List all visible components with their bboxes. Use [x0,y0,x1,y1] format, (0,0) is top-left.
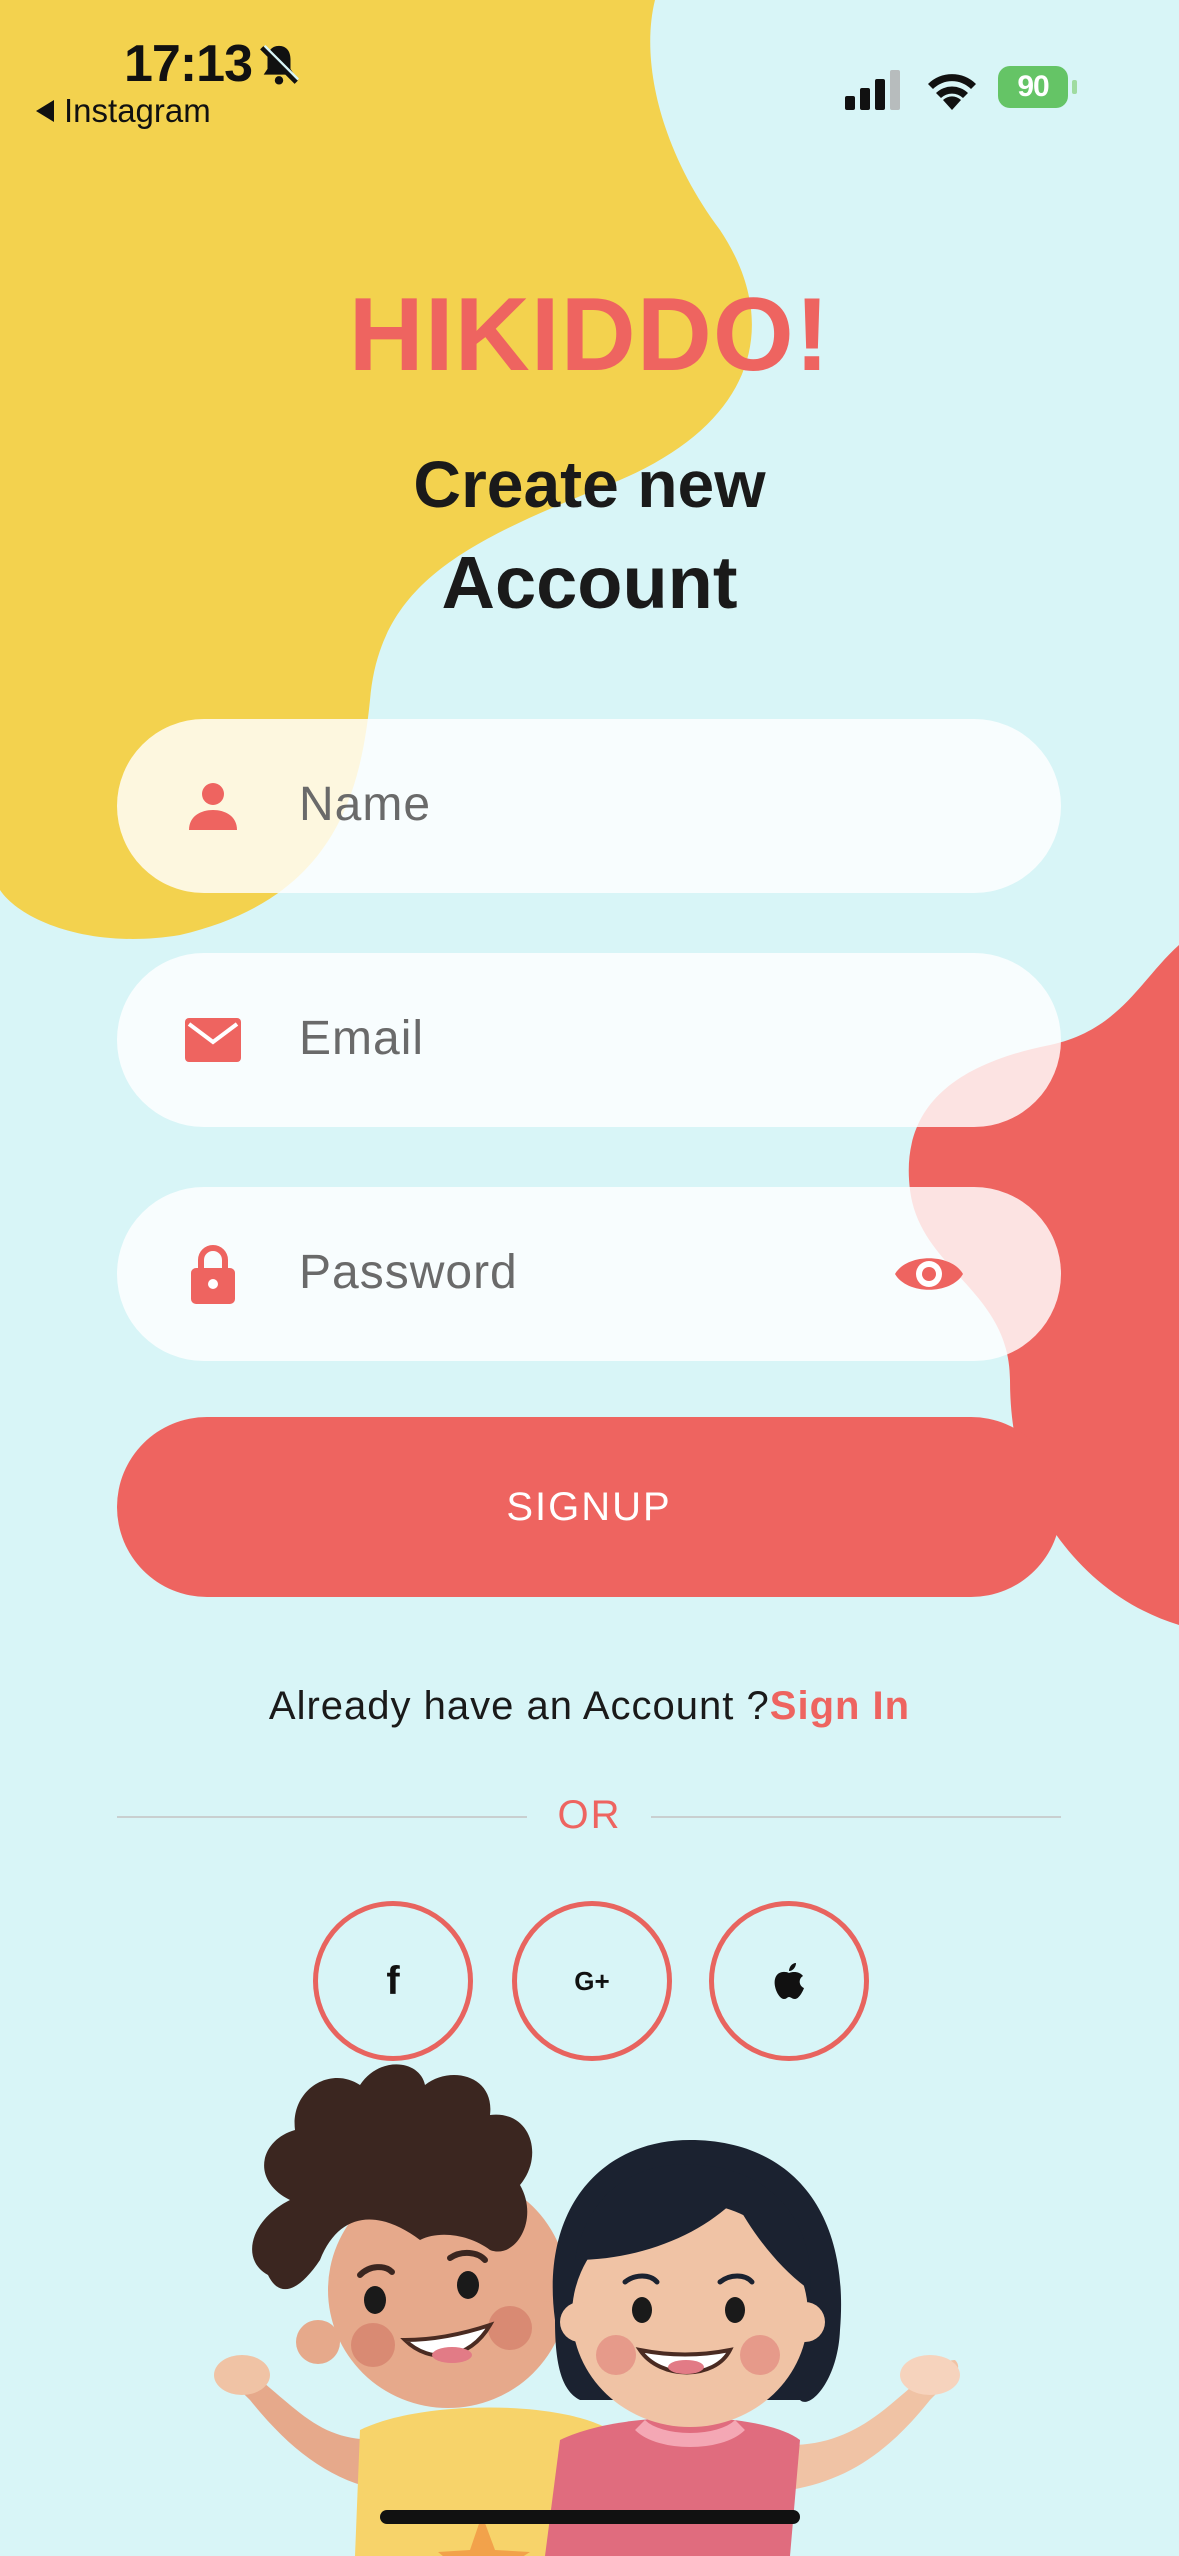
person-icon [189,783,237,830]
battery-level: 90 [998,66,1068,108]
signin-prompt: Already have an Account ?Sign In [0,1684,1179,1729]
signin-prompt-text: Already have an Account ? [268,1684,770,1728]
email-field[interactable]: Email [117,953,1061,1127]
wifi-icon [928,74,976,110]
signal-icon [845,70,900,110]
battery-charging-icon: 90 [998,66,1077,108]
google-plus-button[interactable]: G+ [512,1901,672,2061]
home-indicator[interactable] [380,2510,800,2524]
battery-cap [1072,80,1077,94]
brand-title: HIKIDDO! [348,277,831,393]
back-triangle-icon [36,100,54,122]
or-label: OR [557,1793,622,1837]
envelope-icon [185,1018,241,1062]
page-heading-line1: Create new [413,447,766,521]
name-field[interactable]: Name [117,719,1061,893]
password-field[interactable]: Password [117,1187,1061,1361]
signup-button[interactable]: SIGNUP [117,1417,1061,1597]
lock-icon [191,1245,235,1304]
eye-icon[interactable] [893,1245,965,1303]
facebook-icon: f [386,1958,400,2003]
page-heading-line2: Account [441,541,738,624]
status-bar: 17:13 Instagram 90 [0,0,1179,130]
name-placeholder: Name [299,778,432,831]
kids-illustration [214,2064,960,2556]
google-plus-icon: G+ [574,1965,610,1996]
back-app-label: Instagram [64,92,211,129]
email-placeholder: Email [299,1012,425,1065]
status-time: 17:13 [124,35,253,93]
signin-link[interactable]: Sign In [770,1684,910,1728]
back-to-app-button[interactable]: Instagram [36,92,211,130]
facebook-button[interactable]: f [313,1901,473,2061]
apple-button[interactable] [709,1901,869,2061]
apple-icon [774,1963,804,1999]
bell-slash-icon [260,45,299,85]
password-placeholder: Password [299,1246,518,1299]
